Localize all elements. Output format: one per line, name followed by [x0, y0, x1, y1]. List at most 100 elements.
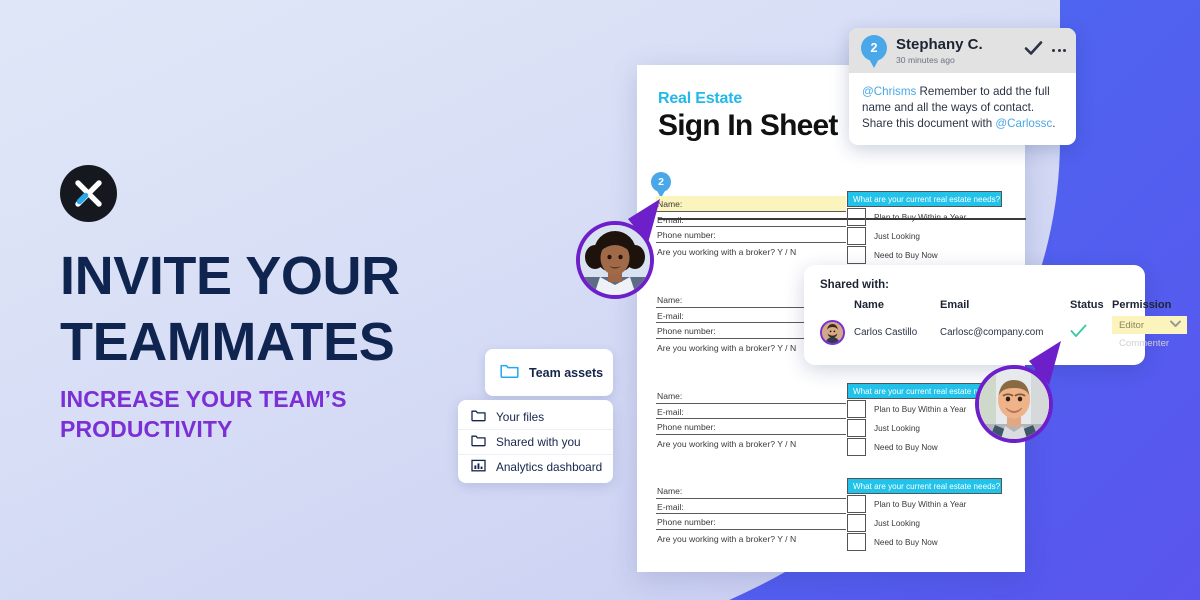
checkbox[interactable] [847, 227, 866, 245]
x-logo-icon [60, 165, 117, 222]
needs-question-block: What are your current real estate needs?… [847, 478, 1002, 551]
comment-card[interactable]: 2 Stephany C. 30 minutes ago @Chrisms Re… [849, 28, 1076, 145]
comment-actions [1024, 40, 1066, 61]
field-name[interactable]: Name: [656, 483, 846, 499]
shared-with-panel: Shared with: Name Email Status Permissio… [804, 265, 1187, 365]
check-icon[interactable] [1024, 40, 1043, 61]
team-assets-label: Team assets [529, 365, 604, 380]
field-broker[interactable]: Are you working with a broker? Y / N [656, 243, 846, 259]
needs-option-row[interactable]: Plan to Buy Within a Year [847, 495, 1002, 513]
needs-question-block: What are your current real estate needs?… [847, 191, 1002, 264]
column-header-email: Email [940, 299, 970, 311]
folder-icon [500, 362, 519, 383]
menu-item-label: Shared with you [496, 435, 581, 449]
column-header-status: Status [1070, 299, 1104, 311]
field-name[interactable]: Name: [656, 388, 846, 404]
comment-badge-tail [868, 56, 880, 68]
checkbox[interactable] [847, 495, 866, 513]
avatar-stephany[interactable] [576, 199, 660, 299]
comment-author-block: Stephany C. 30 minutes ago [896, 36, 983, 65]
needs-option-row[interactable]: Just Looking [847, 514, 1002, 532]
menu-item-label: Analytics dashboard [496, 460, 603, 474]
signin-block[interactable]: Name: E-mail: Phone number: Are you work… [656, 196, 846, 258]
needs-option-row[interactable]: Need to Buy Now [847, 246, 1002, 264]
team-assets-button[interactable]: Team assets [485, 349, 613, 396]
shared-with-title: Shared with: [820, 279, 890, 291]
cell-name: Carlos Castillo [854, 327, 918, 338]
comment-timestamp: 30 minutes ago [896, 55, 955, 65]
comment-badge-pin: 2 [861, 34, 887, 69]
permission-dropdown[interactable]: Editor [1112, 316, 1187, 334]
checkbox[interactable] [847, 533, 866, 551]
checkbox[interactable] [847, 514, 866, 532]
checkbox[interactable] [847, 208, 866, 226]
page-title: INVITE YOUR TEAMMATES [60, 246, 400, 372]
chevron-down-icon [1170, 320, 1181, 331]
checkbox[interactable] [847, 400, 866, 418]
needs-option-label: Need to Buy Now [874, 442, 938, 452]
field-broker[interactable]: Are you working with a broker? Y / N [656, 530, 846, 546]
needs-option-label: Plan to Buy Within a Year [874, 404, 967, 414]
comment-body: @Chrisms Remember to add the full name a… [849, 73, 1076, 145]
poster-canvas: INVITE YOUR TEAMMATES INCREASE YOUR TEAM… [0, 0, 1200, 600]
comment-pin-marker[interactable]: 2 [651, 172, 671, 198]
menu-item-label: Your files [496, 409, 545, 424]
field-phone[interactable]: Phone number: [656, 227, 846, 243]
checkbox[interactable] [847, 246, 866, 264]
team-assets-menu: Your files Shared with you Analytics das… [458, 400, 613, 483]
column-header-permission: Permission [1112, 299, 1172, 311]
checkbox[interactable] [847, 438, 866, 456]
needs-option-label: Need to Buy Now [874, 537, 938, 547]
folder-icon [471, 434, 486, 450]
needs-option-row[interactable]: Need to Buy Now [847, 533, 1002, 551]
needs-option-label: Just Looking [874, 518, 920, 528]
document-title: Sign In Sheet [658, 109, 838, 142]
cell-email: Carlosc@company.com [940, 327, 1044, 338]
table-row[interactable]: Carlos Castillo Carlosc@company.com Edit… [820, 316, 1187, 349]
needs-option-label: Just Looking [874, 231, 920, 241]
avatar [820, 320, 845, 345]
comment-mention[interactable]: @Chrisms [862, 85, 916, 98]
avatar-image [576, 221, 654, 299]
bar-chart-icon [471, 459, 486, 475]
document-header: Real Estate Sign In Sheet [658, 90, 838, 143]
avatar-carlos[interactable] [975, 341, 1061, 443]
needs-option-row[interactable]: Plan to Buy Within a Year [847, 208, 1002, 226]
field-phone[interactable]: Phone number: [656, 514, 846, 530]
page-subtitle: INCREASE YOUR TEAM’S PRODUCTIVITY [60, 386, 347, 442]
menu-item-your-files[interactable]: Your files [458, 404, 613, 429]
permission-option-commenter[interactable]: Commenter [1112, 338, 1187, 349]
comment-mention[interactable]: @Carlossc [995, 117, 1052, 130]
checkbox[interactable] [847, 419, 866, 437]
comment-text-end: . [1052, 117, 1056, 130]
needs-question-header: What are your current real estate needs? [847, 478, 1002, 494]
field-name[interactable]: Name: [656, 196, 846, 212]
ellipsis-icon[interactable] [1052, 48, 1066, 53]
field-email[interactable]: E-mail: [656, 499, 846, 514]
needs-option-row[interactable]: Just Looking [847, 227, 1002, 245]
check-icon [1070, 324, 1087, 342]
needs-option-label: Plan to Buy Within a Year [874, 499, 967, 509]
field-phone[interactable]: Phone number: [656, 419, 846, 435]
comment-author: Stephany C. [896, 36, 983, 53]
avatar-image [975, 365, 1053, 443]
folder-icon [471, 409, 486, 425]
menu-item-shared-with-you[interactable]: Shared with you [458, 429, 613, 454]
permission-selected: Editor [1119, 319, 1145, 331]
cell-status [1070, 324, 1112, 342]
needs-option-label: Need to Buy Now [874, 250, 938, 260]
menu-item-analytics-dashboard[interactable]: Analytics dashboard [458, 454, 613, 479]
column-header-name: Name [854, 299, 884, 311]
field-email[interactable]: E-mail: [656, 212, 846, 227]
shared-table-header: Name Email Status Permission [820, 299, 1171, 311]
signin-block[interactable]: Name: E-mail: Phone number: Are you work… [656, 388, 846, 450]
field-email[interactable]: E-mail: [656, 404, 846, 419]
needs-option-label: Plan to Buy Within a Year [874, 212, 967, 222]
document-kicker: Real Estate [658, 90, 743, 107]
cell-permission[interactable]: Editor Commenter [1112, 316, 1187, 349]
needs-option-label: Just Looking [874, 423, 920, 433]
needs-question-header: What are your current real estate needs? [847, 191, 1002, 207]
signin-block[interactable]: Name: E-mail: Phone number: Are you work… [656, 483, 846, 545]
field-broker[interactable]: Are you working with a broker? Y / N [656, 435, 846, 451]
comment-header: 2 Stephany C. 30 minutes ago [849, 28, 1076, 73]
